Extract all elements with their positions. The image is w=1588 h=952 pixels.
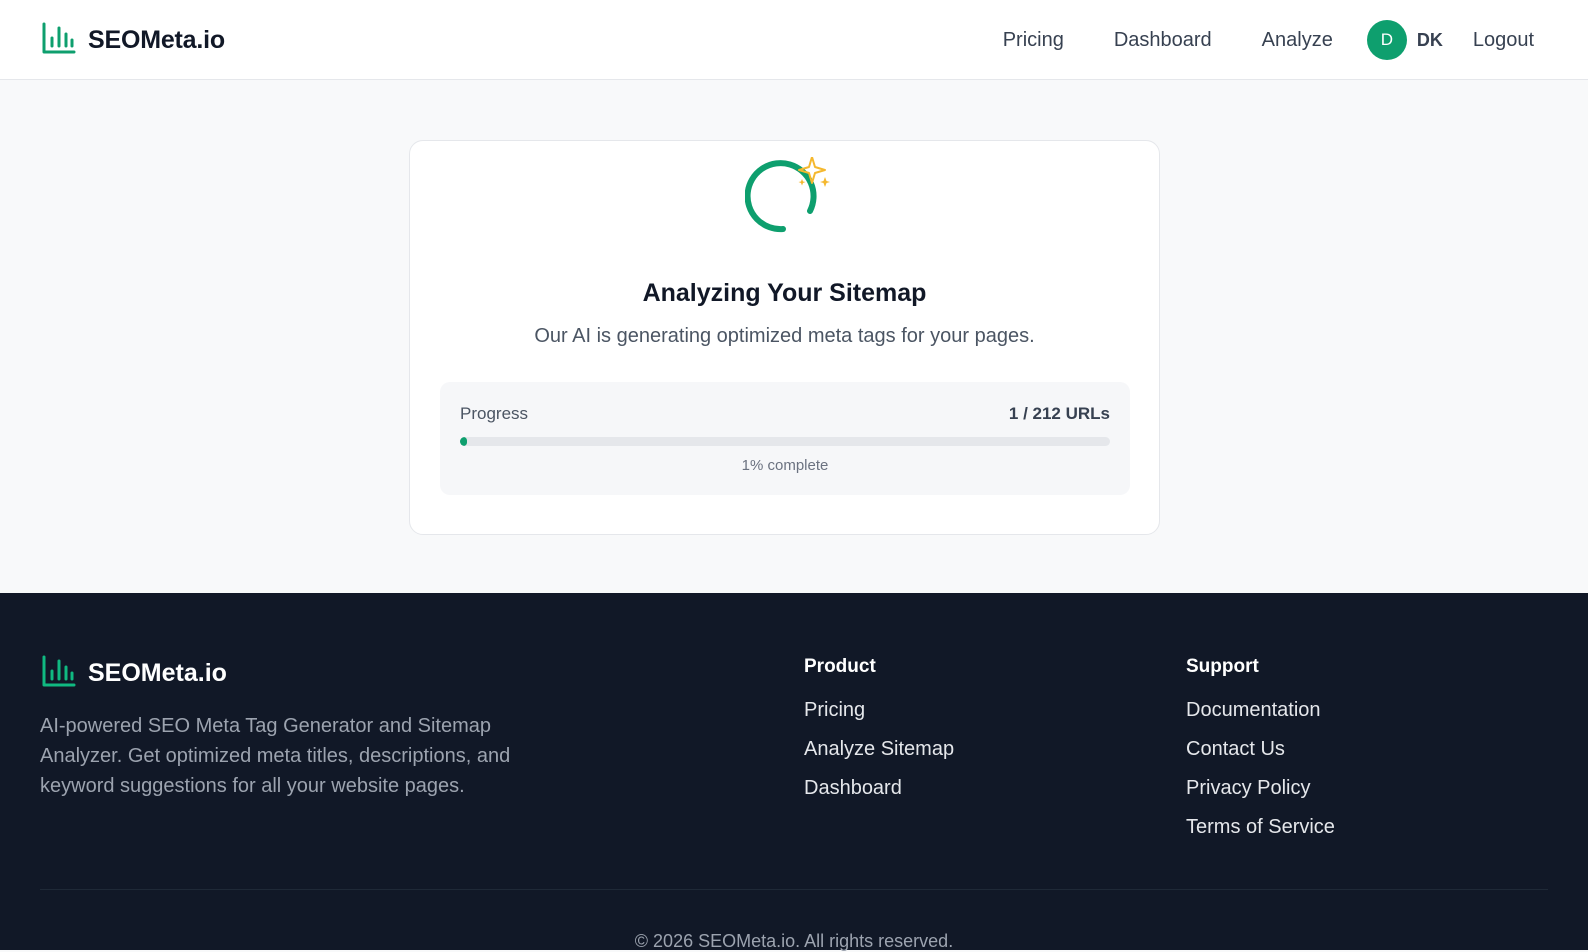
- main-nav: Pricing Dashboard Analyze D DK Logout: [1003, 20, 1534, 60]
- top-navbar: SEOMeta.io Pricing Dashboard Analyze D D…: [0, 0, 1588, 80]
- user-menu[interactable]: D DK: [1366, 20, 1443, 60]
- nav-link-dashboard[interactable]: Dashboard: [1114, 29, 1212, 52]
- footer-column-title: Product: [804, 656, 876, 677]
- footer-link-dashboard[interactable]: Dashboard: [804, 776, 954, 801]
- footer-column-title: Support: [1186, 656, 1259, 677]
- status-subtitle: Our AI is generating optimized meta tags…: [534, 325, 1035, 347]
- footer-column-product: Product Pricing Analyze Sitemap Dashboar…: [804, 656, 954, 815]
- avatar[interactable]: D: [1366, 20, 1407, 60]
- site-footer: SEOMeta.io AI-powered SEO Meta Tag Gener…: [0, 593, 1588, 951]
- spinner-sparkle-icon: [744, 156, 831, 237]
- footer-brand-name: SEOMeta.io: [88, 658, 227, 687]
- brand-logo-link[interactable]: SEOMeta.io: [40, 20, 225, 60]
- progress-percent: 1% complete: [741, 457, 829, 474]
- footer-link-contact-us[interactable]: Contact Us: [1186, 737, 1335, 762]
- footer-link-analyze-sitemap[interactable]: Analyze Sitemap: [804, 737, 954, 762]
- footer-divider: [40, 889, 1548, 890]
- bar-chart-icon: [40, 20, 76, 61]
- nav-link-pricing[interactable]: Pricing: [1003, 29, 1064, 52]
- status-title: Analyzing Your Sitemap: [642, 279, 927, 307]
- footer-copyright: © 2026 SEOMeta.io. All rights reserved.: [634, 931, 954, 951]
- logout-button[interactable]: Logout: [1473, 29, 1534, 52]
- bar-chart-icon: [40, 653, 76, 694]
- user-initials: DK: [1416, 29, 1443, 50]
- footer-link-documentation[interactable]: Documentation: [1186, 698, 1335, 723]
- footer-description: AI-powered SEO Meta Tag Generator and Si…: [40, 715, 511, 797]
- progress-panel: Progress 1 / 212 URLs 1% complete: [440, 382, 1130, 495]
- progress-label: Progress: [460, 404, 529, 423]
- brand-name: SEOMeta.io: [88, 25, 225, 54]
- progress-bar: [460, 437, 1110, 446]
- footer-link-privacy-policy[interactable]: Privacy Policy: [1186, 776, 1335, 801]
- progress-bar-fill: [460, 437, 467, 446]
- progress-count: 1 / 212 URLs: [1008, 404, 1110, 423]
- analysis-status-card: Analyzing Your Sitemap Our AI is generat…: [409, 140, 1160, 535]
- nav-link-analyze[interactable]: Analyze: [1262, 29, 1333, 52]
- footer-column-support: Support Documentation Contact Us Privacy…: [1186, 656, 1335, 854]
- footer-link-terms-of-service[interactable]: Terms of Service: [1186, 815, 1335, 840]
- footer-link-pricing[interactable]: Pricing: [804, 698, 954, 723]
- footer-brand[interactable]: SEOMeta.io: [40, 653, 227, 693]
